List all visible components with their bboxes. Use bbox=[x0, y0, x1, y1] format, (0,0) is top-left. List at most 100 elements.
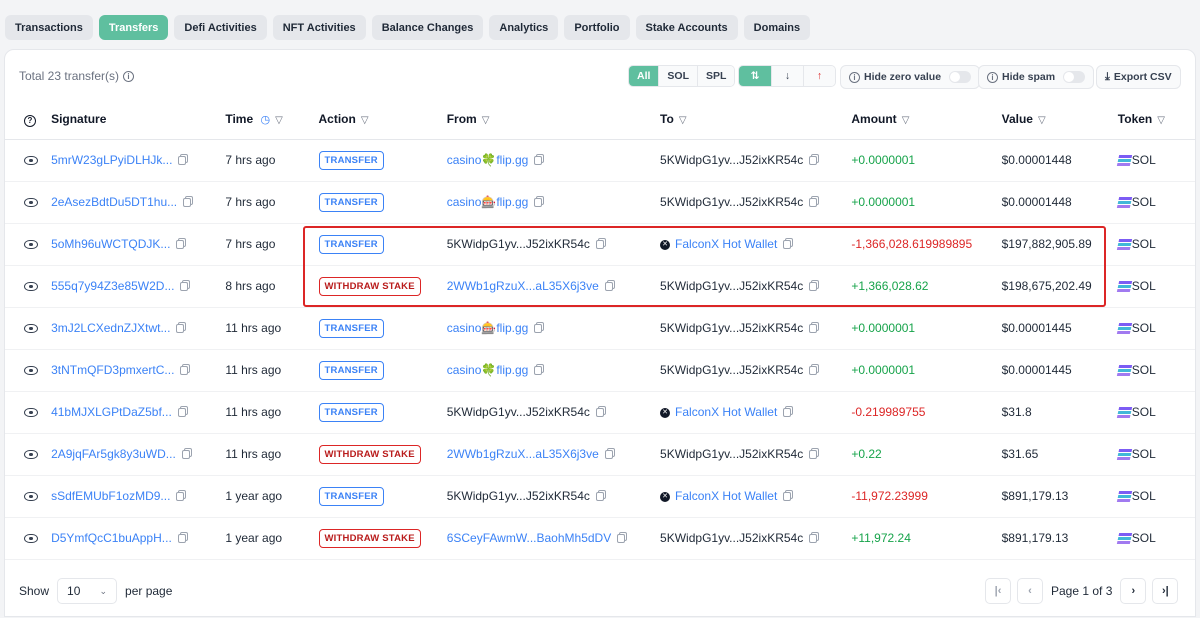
from-address[interactable]: casino🎰flip.gg bbox=[447, 195, 529, 209]
copy-icon[interactable] bbox=[180, 366, 189, 376]
help-icon[interactable]: ? bbox=[24, 114, 36, 127]
filter-icon[interactable]: ▽ bbox=[1157, 115, 1165, 126]
tab-transactions[interactable]: Transactions bbox=[5, 15, 93, 40]
to-address[interactable]: FalconX Hot Wallet bbox=[675, 405, 777, 419]
signature-link[interactable]: D5YmfQcC1buAppH... bbox=[51, 531, 172, 545]
copy-icon[interactable] bbox=[809, 324, 818, 334]
filter-icon[interactable]: ▽ bbox=[361, 115, 369, 126]
eye-icon[interactable] bbox=[24, 492, 38, 502]
filter-icon[interactable]: ▽ bbox=[679, 115, 687, 126]
token-link[interactable]: SOL bbox=[1132, 279, 1156, 293]
copy-icon[interactable] bbox=[809, 366, 818, 376]
copy-icon[interactable] bbox=[604, 282, 613, 292]
next-page-button[interactable]: › bbox=[1120, 578, 1147, 604]
tab-domains[interactable]: Domains bbox=[743, 15, 811, 40]
signature-link[interactable]: 5oMh96uWCTQDJK... bbox=[51, 237, 170, 251]
signature-link[interactable]: 3tNTmQFD3pmxertC... bbox=[51, 363, 174, 377]
info-icon[interactable]: i bbox=[123, 70, 135, 82]
token-link[interactable]: SOL bbox=[1132, 321, 1156, 335]
copy-icon[interactable] bbox=[617, 534, 626, 544]
tab-transfers[interactable]: Transfers bbox=[98, 15, 169, 40]
filter-icon[interactable]: ▽ bbox=[275, 115, 283, 126]
from-address[interactable]: 2WWb1gRzuX...aL35X6j3ve bbox=[447, 447, 599, 461]
eye-icon[interactable] bbox=[24, 282, 38, 292]
token-link[interactable]: SOL bbox=[1132, 489, 1156, 503]
copy-icon[interactable] bbox=[534, 366, 543, 376]
copy-icon[interactable] bbox=[809, 450, 818, 460]
copy-icon[interactable] bbox=[183, 198, 192, 208]
token-link[interactable]: SOL bbox=[1132, 531, 1156, 545]
signature-link[interactable]: sSdfEMUbF1ozMD9... bbox=[51, 489, 170, 503]
from-address[interactable]: casino🍀flip.gg bbox=[447, 363, 529, 377]
eye-icon[interactable] bbox=[24, 324, 38, 334]
hide-zero-switch[interactable] bbox=[949, 71, 972, 83]
copy-icon[interactable] bbox=[595, 408, 604, 418]
copy-icon[interactable] bbox=[595, 240, 604, 250]
sort-up-icon[interactable]: ↑ bbox=[803, 66, 835, 86]
export-csv-button[interactable]: ⤓ Export CSV bbox=[1096, 65, 1181, 89]
per-page-select[interactable]: 10 ⌄ bbox=[57, 578, 118, 604]
copy-icon[interactable] bbox=[177, 534, 186, 544]
copy-icon[interactable] bbox=[595, 492, 604, 502]
to-address[interactable]: FalconX Hot Wallet bbox=[675, 489, 777, 503]
token-filter-sol[interactable]: SOL bbox=[658, 66, 698, 86]
tab-defi-activities[interactable]: Defi Activities bbox=[174, 15, 267, 40]
sort-down-icon[interactable]: ↓ bbox=[771, 66, 803, 86]
hide-spam-switch[interactable] bbox=[1063, 71, 1086, 83]
eye-icon[interactable] bbox=[24, 156, 38, 166]
copy-icon[interactable] bbox=[783, 408, 792, 418]
clock-icon[interactable]: ◷ bbox=[260, 114, 270, 126]
hide-spam-toggle[interactable]: i Hide spam bbox=[978, 65, 1095, 89]
copy-icon[interactable] bbox=[604, 450, 613, 460]
eye-icon[interactable] bbox=[24, 198, 38, 208]
from-address[interactable]: 2WWb1gRzuX...aL35X6j3ve bbox=[447, 279, 599, 293]
copy-icon[interactable] bbox=[783, 492, 792, 502]
from-address[interactable]: casino🍀flip.gg bbox=[447, 153, 529, 167]
tab-nft-activities[interactable]: NFT Activities bbox=[272, 15, 366, 40]
copy-icon[interactable] bbox=[181, 450, 190, 460]
filter-icon[interactable]: ▽ bbox=[482, 115, 490, 126]
prev-page-button[interactable]: ‹ bbox=[1017, 578, 1043, 604]
filter-icon[interactable]: ▽ bbox=[902, 115, 910, 126]
token-filter-all[interactable]: All bbox=[629, 66, 659, 86]
to-address[interactable]: FalconX Hot Wallet bbox=[675, 237, 777, 251]
tab-balance-changes[interactable]: Balance Changes bbox=[371, 15, 484, 40]
token-filter-spl[interactable]: SPL bbox=[697, 66, 735, 86]
from-address[interactable]: 6SCeyFAwmW...BaohMh5dDV bbox=[447, 531, 612, 545]
copy-icon[interactable] bbox=[809, 156, 818, 166]
token-link[interactable]: SOL bbox=[1132, 195, 1156, 209]
copy-icon[interactable] bbox=[534, 156, 543, 166]
copy-icon[interactable] bbox=[176, 240, 185, 250]
copy-icon[interactable] bbox=[783, 240, 792, 250]
tab-stake-accounts[interactable]: Stake Accounts bbox=[635, 15, 738, 40]
eye-icon[interactable] bbox=[24, 366, 38, 376]
signature-link[interactable]: 41bMJXLGPtDaZ5bf... bbox=[51, 405, 172, 419]
copy-icon[interactable] bbox=[176, 492, 185, 502]
token-link[interactable]: SOL bbox=[1132, 153, 1156, 167]
copy-icon[interactable] bbox=[180, 282, 189, 292]
copy-icon[interactable] bbox=[809, 282, 818, 292]
tab-analytics[interactable]: Analytics bbox=[489, 15, 559, 40]
from-address[interactable]: casino🎰flip.gg bbox=[447, 321, 529, 335]
eye-icon[interactable] bbox=[24, 534, 38, 544]
last-page-button[interactable]: ›| bbox=[1152, 578, 1179, 604]
copy-icon[interactable] bbox=[809, 534, 818, 544]
copy-icon[interactable] bbox=[178, 156, 187, 166]
copy-icon[interactable] bbox=[534, 324, 543, 334]
signature-link[interactable]: 555q7y94Z3e85W2D... bbox=[51, 279, 174, 293]
hide-zero-value-toggle[interactable]: i Hide zero value bbox=[840, 65, 981, 89]
sort-both-icon[interactable]: ⇅ bbox=[739, 66, 771, 86]
filter-icon[interactable]: ▽ bbox=[1038, 115, 1046, 126]
eye-icon[interactable] bbox=[24, 450, 38, 460]
eye-icon[interactable] bbox=[24, 240, 38, 250]
copy-icon[interactable] bbox=[176, 324, 185, 334]
signature-link[interactable]: 5mrW23gLPyiDLHJk... bbox=[51, 153, 172, 167]
signature-link[interactable]: 2A9jqFAr5gk8y3uWD... bbox=[51, 447, 176, 461]
token-link[interactable]: SOL bbox=[1132, 237, 1156, 251]
copy-icon[interactable] bbox=[534, 198, 543, 208]
token-link[interactable]: SOL bbox=[1132, 363, 1156, 377]
copy-icon[interactable] bbox=[177, 408, 186, 418]
tab-portfolio[interactable]: Portfolio bbox=[564, 15, 630, 40]
signature-link[interactable]: 2eAsezBdtDu5DT1hu... bbox=[51, 195, 177, 209]
eye-icon[interactable] bbox=[24, 408, 38, 418]
